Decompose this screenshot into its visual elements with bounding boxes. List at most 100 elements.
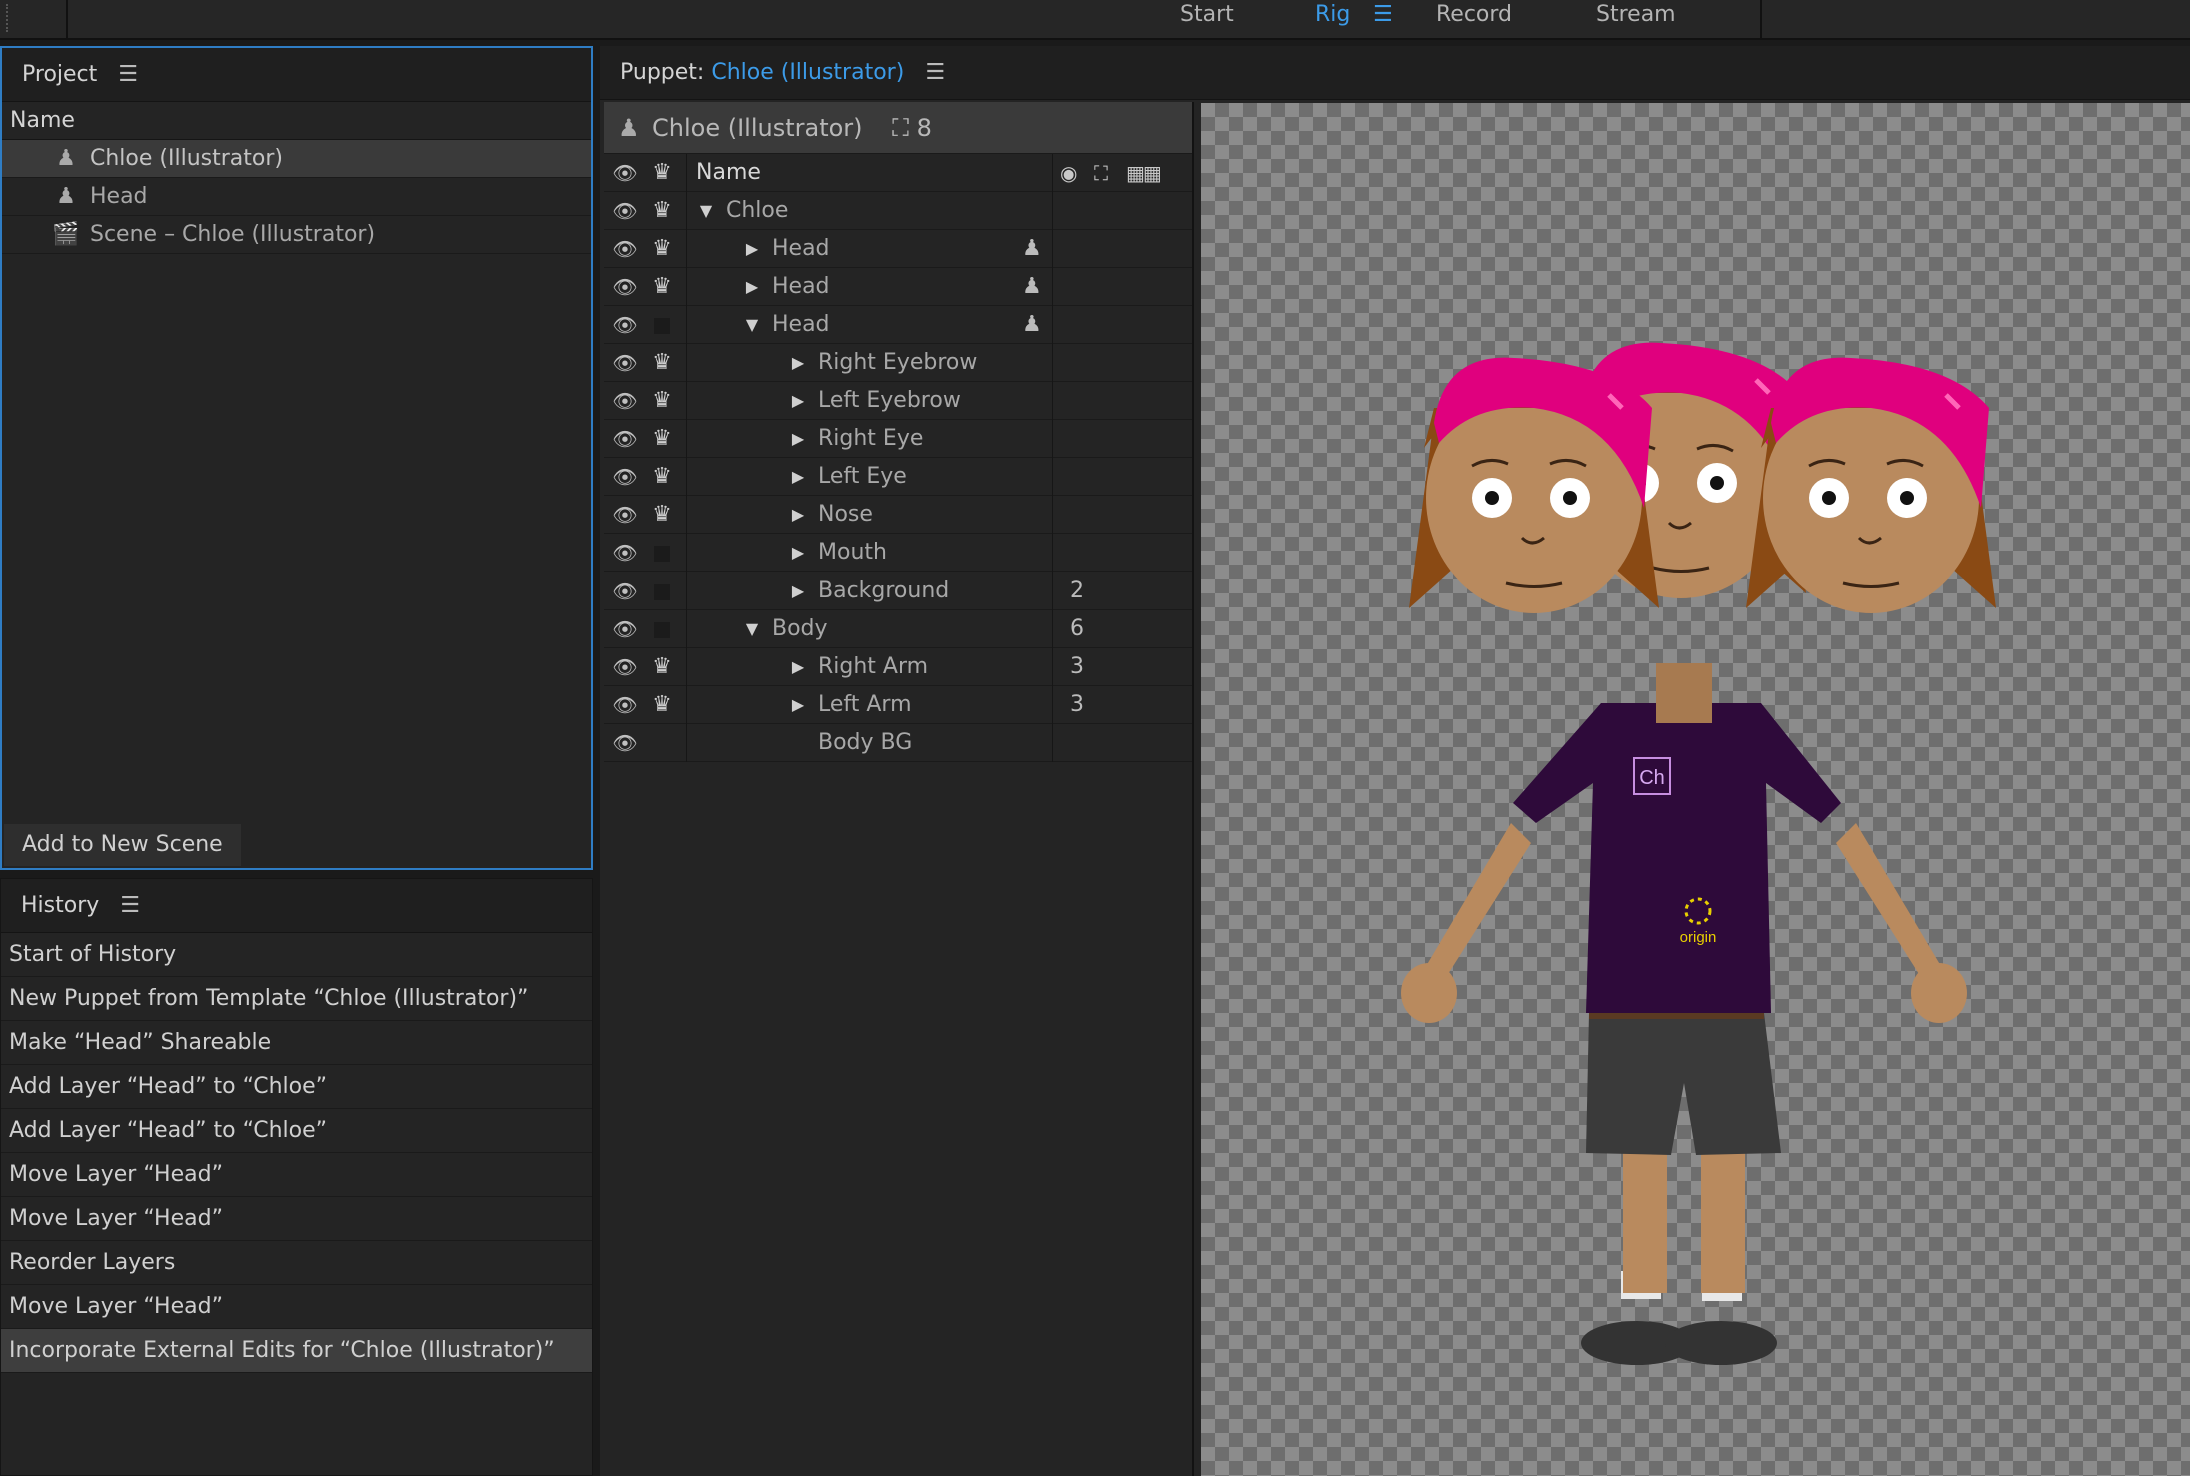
shirt xyxy=(1513,703,1841,1013)
eye-icon[interactable]: 👁 xyxy=(612,230,638,268)
divider xyxy=(66,0,68,40)
twirl-closed-icon[interactable]: ▶ xyxy=(788,420,808,458)
independence-toggle[interactable] xyxy=(654,318,670,334)
independence-toggle[interactable] xyxy=(654,584,670,600)
history-item[interactable]: Add Layer “Head” to “Chloe” xyxy=(1,1065,592,1109)
eye-icon[interactable]: 👁 xyxy=(612,306,638,344)
eye-icon[interactable]: 👁 xyxy=(612,572,638,610)
history-item[interactable]: Move Layer “Head” xyxy=(1,1197,592,1241)
workspace-menu-icon[interactable]: ☰ xyxy=(1373,2,1393,27)
crown-icon[interactable]: ♛ xyxy=(648,458,676,496)
eye-icon[interactable]: 👁 xyxy=(612,192,638,230)
twirl-closed-icon[interactable]: ▶ xyxy=(788,648,808,686)
layer-row[interactable]: 👁 ♛ ▶ Left Eyebrow xyxy=(604,382,1192,420)
drag-grip[interactable] xyxy=(6,4,12,32)
crown-icon[interactable]: ♛ xyxy=(648,648,676,686)
camera-header-icon[interactable]: ⛶ xyxy=(1094,154,1108,192)
history-item[interactable]: Incorporate External Edits for “Chloe (I… xyxy=(1,1329,592,1373)
workspace-tab-start[interactable]: Start xyxy=(1180,0,1234,30)
history-item[interactable]: New Puppet from Template “Chloe (Illustr… xyxy=(1,977,592,1021)
twirl-open-icon[interactable]: ▼ xyxy=(696,192,716,230)
twirl-closed-icon[interactable]: ▶ xyxy=(742,268,762,306)
crown-icon[interactable]: ♛ xyxy=(648,268,676,306)
crown-icon[interactable]: ♛ xyxy=(648,420,676,458)
independence-toggle[interactable] xyxy=(654,622,670,638)
project-panel-header: Project ☰ xyxy=(2,48,591,102)
twirl-closed-icon[interactable]: ▶ xyxy=(742,230,762,268)
layer-row[interactable]: 👁 ♛ ▶ Left Eye xyxy=(604,458,1192,496)
twirl-closed-icon[interactable]: ▶ xyxy=(788,686,808,724)
crown-icon[interactable]: ♛ xyxy=(648,686,676,724)
eye-icon[interactable]: 👁 xyxy=(612,534,638,572)
twirl-closed-icon[interactable]: ▶ xyxy=(788,534,808,572)
eye-icon[interactable]: 👁 xyxy=(612,610,638,648)
history-list: Start of History New Puppet from Template… xyxy=(1,933,592,1373)
eye-icon[interactable]: 👁 xyxy=(612,724,638,762)
history-item[interactable]: Start of History xyxy=(1,933,592,977)
twirl-open-icon[interactable]: ▼ xyxy=(742,610,762,648)
visibility-header-icon[interactable]: 👁 xyxy=(612,154,638,192)
crown-icon[interactable]: ♛ xyxy=(648,230,676,268)
panel-menu-icon[interactable]: ☰ xyxy=(120,893,140,918)
project-column-header[interactable]: Name xyxy=(2,102,591,140)
eye-icon[interactable]: 👁 xyxy=(612,382,638,420)
eye-icon[interactable]: 👁 xyxy=(612,458,638,496)
history-item[interactable]: Make “Head” Shareable xyxy=(1,1021,592,1065)
origin-header-icon[interactable]: ◉ xyxy=(1060,154,1077,192)
history-item[interactable]: Move Layer “Head” xyxy=(1,1153,592,1197)
twirl-closed-icon[interactable]: ▶ xyxy=(788,344,808,382)
layer-row[interactable]: 👁 ♛ ▼ Chloe xyxy=(604,192,1192,230)
layer-row[interactable]: 👁 ▶ Mouth xyxy=(604,534,1192,572)
layer-name-header[interactable]: Name xyxy=(696,154,761,192)
independence-header-icon[interactable]: ♛ xyxy=(648,154,676,192)
layer-row[interactable]: 👁 Body BG xyxy=(604,724,1192,762)
layer-row[interactable]: 👁 ♛ ▶ Head ♟ xyxy=(604,268,1192,306)
panel-menu-icon[interactable]: ☰ xyxy=(925,60,945,85)
stage-canvas[interactable]: Ch origin xyxy=(1201,103,2190,1476)
project-item[interactable]: ♟ Head xyxy=(2,178,591,216)
layer-row[interactable]: 👁 ♛ ▶ Right Eye xyxy=(604,420,1192,458)
puppet-summary-row[interactable]: ♟ Chloe (Illustrator) ⛶ 8 xyxy=(604,102,1192,154)
layer-row[interactable]: 👁 ▼ Head ♟ xyxy=(604,306,1192,344)
add-to-new-scene-button[interactable]: Add to New Scene xyxy=(4,824,241,866)
layer-row[interactable]: 👁 ♛ ▶ Head ♟ xyxy=(604,230,1192,268)
project-item[interactable]: 🎬 Scene – Chloe (Illustrator) xyxy=(2,216,591,254)
workspace-tab-record[interactable]: Record xyxy=(1436,0,1512,30)
twirl-closed-icon[interactable]: ▶ xyxy=(788,572,808,610)
layer-row[interactable]: 👁 ♛ ▶ Right Arm 3 xyxy=(604,648,1192,686)
crown-icon[interactable]: ♛ xyxy=(648,382,676,420)
puppet-layer-count: 8 xyxy=(916,114,932,142)
crown-icon[interactable]: ♛ xyxy=(648,496,676,534)
puppet-title-name[interactable]: Chloe (Illustrator) xyxy=(711,60,904,85)
workspace-tab-stream[interactable]: Stream xyxy=(1596,0,1676,30)
eye-icon[interactable]: 👁 xyxy=(612,344,638,382)
panel-menu-icon[interactable]: ☰ xyxy=(118,62,138,87)
layer-row[interactable]: 👁 ♛ ▶ Left Arm 3 xyxy=(604,686,1192,724)
eye-icon[interactable]: 👁 xyxy=(612,268,638,306)
grid-header-icon[interactable]: ▦▦ xyxy=(1126,154,1162,192)
twirl-closed-icon[interactable]: ▶ xyxy=(788,382,808,420)
layer-row[interactable]: 👁 ▶ Background 2 xyxy=(604,572,1192,610)
crown-icon[interactable]: ♛ xyxy=(648,192,676,230)
layer-name: Left Arm xyxy=(818,692,912,717)
layer-row[interactable]: 👁 ▼ Body 6 xyxy=(604,610,1192,648)
layer-column-header: 👁 ♛ Name ◉ ⛶ ▦▦ xyxy=(604,154,1192,192)
layer-name: Head xyxy=(772,236,830,261)
twirl-closed-icon[interactable]: ▶ xyxy=(788,496,808,534)
eye-icon[interactable]: 👁 xyxy=(612,496,638,534)
layer-row[interactable]: 👁 ♛ ▶ Nose xyxy=(604,496,1192,534)
crown-icon[interactable]: ♛ xyxy=(648,344,676,382)
history-item[interactable]: Move Layer “Head” xyxy=(1,1285,592,1329)
history-item[interactable]: Add Layer “Head” to “Chloe” xyxy=(1,1109,592,1153)
puppet-icon: ♟ xyxy=(618,114,640,142)
workspace-tab-rig[interactable]: Rig xyxy=(1315,0,1350,30)
eye-icon[interactable]: 👁 xyxy=(612,686,638,724)
twirl-open-icon[interactable]: ▼ xyxy=(742,306,762,344)
layer-row[interactable]: 👁 ♛ ▶ Right Eyebrow xyxy=(604,344,1192,382)
project-item[interactable]: ♟ Chloe (Illustrator) xyxy=(2,140,591,178)
eye-icon[interactable]: 👁 xyxy=(612,648,638,686)
twirl-closed-icon[interactable]: ▶ xyxy=(788,458,808,496)
independence-toggle[interactable] xyxy=(654,546,670,562)
eye-icon[interactable]: 👁 xyxy=(612,420,638,458)
history-item[interactable]: Reorder Layers xyxy=(1,1241,592,1285)
